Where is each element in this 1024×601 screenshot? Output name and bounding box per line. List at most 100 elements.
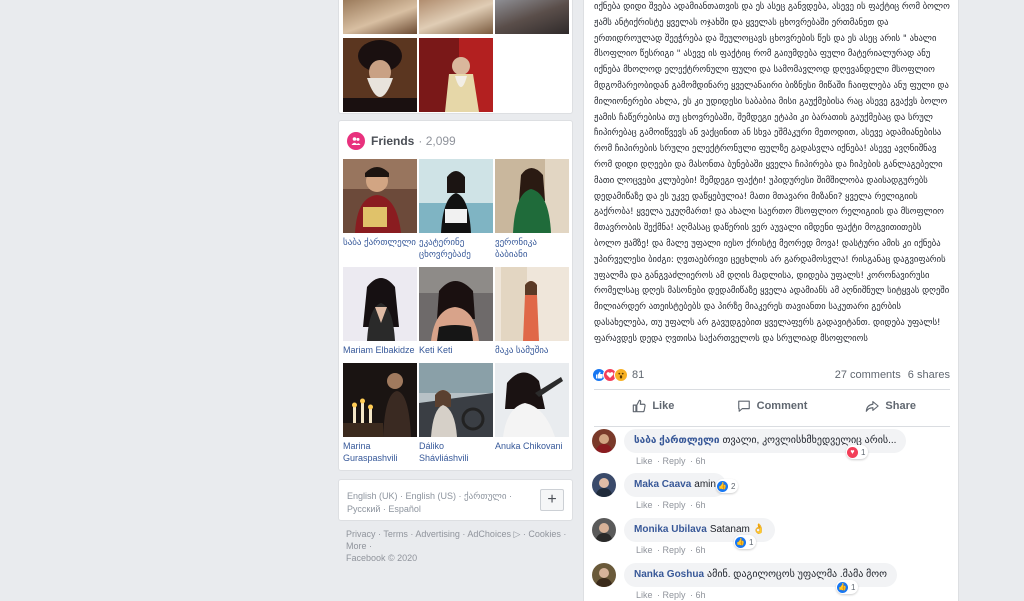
comment-time[interactable]: 6h [696, 590, 706, 600]
comment-reply-link[interactable]: Reply [663, 456, 686, 466]
comment-author[interactable]: Nanka Goshua [634, 569, 704, 580]
comment-reactions[interactable]: 👍 1 [734, 535, 757, 549]
comment-time[interactable]: 6h [696, 545, 706, 555]
comment-like-link[interactable]: Like [636, 500, 653, 510]
comment-bubble: Maka Caava amin [624, 473, 726, 497]
language-link[interactable]: English (UK) [347, 491, 398, 501]
photos-card [338, 0, 573, 114]
friends-card: Friends · 2,099 საბა ქართლელი ეკატერინე … [338, 120, 573, 471]
comment-reactions[interactable]: ♥ 1 [846, 445, 869, 459]
friend-tile[interactable]: Anuka Chikovani [495, 363, 569, 466]
post-text: იქნება დიდი შვება ადამიანთათვის და ეს ას… [594, 2, 950, 344]
comment-reaction-count: 1 [749, 537, 754, 547]
comment-reactions[interactable]: 👍 2 [716, 479, 739, 493]
friend-name[interactable]: ეკატერინე ცხოვრებაძე [419, 236, 493, 262]
friend-name[interactable]: Anuka Chikovani [495, 440, 569, 466]
friends-count: · 2,099 [418, 134, 456, 148]
footer-link-advertising[interactable]: Advertising [415, 529, 460, 539]
footer-link-cookies[interactable]: Cookies [528, 529, 561, 539]
comment-reaction-count: 1 [861, 447, 866, 457]
comment-reactions[interactable]: 👍 1 [836, 580, 859, 594]
divider [594, 426, 950, 427]
comment-time[interactable]: 6h [696, 500, 706, 510]
friend-tile[interactable]: Keti Keti [419, 267, 493, 370]
friend-photo[interactable] [495, 159, 569, 233]
comments-count[interactable]: 27 comments [835, 369, 901, 381]
friend-photo[interactable] [343, 363, 417, 437]
comment-text: ამინ. დაგილოცოს უფალმა .მამა მოო [707, 569, 888, 580]
friend-photo[interactable] [495, 267, 569, 341]
friends-title[interactable]: Friends [371, 134, 414, 148]
comment-like-link[interactable]: Like [636, 456, 653, 466]
friend-tile[interactable]: Mariam Elbakidze [343, 267, 417, 370]
friend-photo[interactable] [419, 159, 493, 233]
like-reaction-icon: 👍 [717, 480, 728, 492]
friend-tile[interactable]: მაკა სამუშია [495, 267, 569, 370]
like-reaction-icon: 👍 [735, 536, 746, 548]
photo-thumbnail[interactable] [419, 38, 493, 112]
comment-reply-link[interactable]: Reply [663, 545, 686, 555]
comment-author[interactable]: Monika Ubilava [634, 524, 707, 535]
reaction-count[interactable]: 81 [632, 369, 644, 381]
friend-name[interactable]: ვერონიკა ბაბიანი [495, 236, 569, 262]
adchoices-icon: ▷ [513, 529, 521, 539]
photo-thumbnail[interactable] [343, 38, 417, 112]
add-language-button[interactable]: + [540, 489, 564, 511]
comment-avatar[interactable] [592, 429, 616, 453]
comment-meta: Like · Reply · 6h [636, 500, 706, 510]
comment-meta: Like · Reply · 6h [636, 456, 706, 466]
comment-text: Satanam 👌 [709, 524, 766, 535]
language-link[interactable]: English (US) [406, 491, 457, 501]
photo-thumbnail[interactable] [343, 0, 417, 34]
share-button[interactable]: Share [831, 392, 950, 420]
comment-meta: Like · Reply · 6h [636, 545, 706, 555]
comment-icon [737, 400, 750, 412]
friend-photo[interactable] [343, 159, 417, 233]
footer-link-terms[interactable]: Terms [383, 529, 408, 539]
friend-name[interactable]: საბა ქართლელი [343, 236, 417, 262]
comment-reply-link[interactable]: Reply [663, 500, 686, 510]
reactions-summary[interactable]: 81 [592, 368, 644, 382]
friend-tile[interactable]: ეკატერინე ცხოვრებაძე [419, 159, 493, 262]
friend-name[interactable]: Marina Guraspashvili [343, 440, 417, 466]
friend-tile[interactable]: ვერონიკა ბაბიანი [495, 159, 569, 262]
like-button[interactable]: Like [594, 392, 713, 420]
footer-link-more[interactable]: More [346, 541, 367, 551]
friend-tile[interactable]: Marina Guraspashvili [343, 363, 417, 466]
photo-thumbnail[interactable] [419, 0, 493, 34]
comment-reply-link[interactable]: Reply [663, 590, 686, 600]
footer-link-privacy[interactable]: Privacy [346, 529, 376, 539]
friend-photo[interactable] [419, 363, 493, 437]
comment-avatar[interactable] [592, 473, 616, 497]
shares-count[interactable]: 6 shares [908, 369, 950, 381]
comment-author[interactable]: საბა ქართლელი [634, 435, 719, 446]
post-card: იქნება დიდი შვება ადამიანთათვის და ეს ას… [583, 0, 959, 426]
photo-thumbnail[interactable] [495, 0, 569, 34]
comment-button[interactable]: Comment [713, 392, 832, 420]
friend-photo[interactable] [343, 267, 417, 341]
friends-icon [347, 132, 365, 150]
friends-header: Friends · 2,099 [347, 131, 456, 151]
wow-reaction-icon [614, 368, 628, 382]
post-action-bar: Like Comment Share [594, 392, 950, 420]
footer: Privacy · Terms · Advertising · AdChoice… [346, 529, 567, 563]
friend-tile[interactable]: საბა ქართლელი [343, 159, 417, 262]
comment-author[interactable]: Maka Caava [634, 479, 691, 490]
comment-text: თვალი, კოვლისხმხედველიც არის... [722, 435, 897, 446]
friend-photo[interactable] [419, 267, 493, 341]
comment-like-link[interactable]: Like [636, 590, 653, 600]
like-button-label: Like [652, 400, 675, 412]
footer-link-adchoices[interactable]: AdChoices [467, 529, 511, 539]
friend-name[interactable]: Dáliko Shávliáshvili [419, 440, 493, 466]
friend-tile[interactable]: Dáliko Shávliáshvili [419, 363, 493, 466]
divider [594, 389, 950, 390]
language-link[interactable]: ქართული [464, 491, 507, 501]
language-link[interactable]: Русский [347, 504, 380, 514]
comment-avatar[interactable] [592, 518, 616, 542]
language-link[interactable]: Español [388, 504, 421, 514]
friend-photo[interactable] [495, 363, 569, 437]
comment-like-link[interactable]: Like [636, 545, 653, 555]
comment-time[interactable]: 6h [696, 456, 706, 466]
language-list: English (UK) · English (US) · ქართული · … [347, 491, 513, 514]
comment-avatar[interactable] [592, 563, 616, 587]
